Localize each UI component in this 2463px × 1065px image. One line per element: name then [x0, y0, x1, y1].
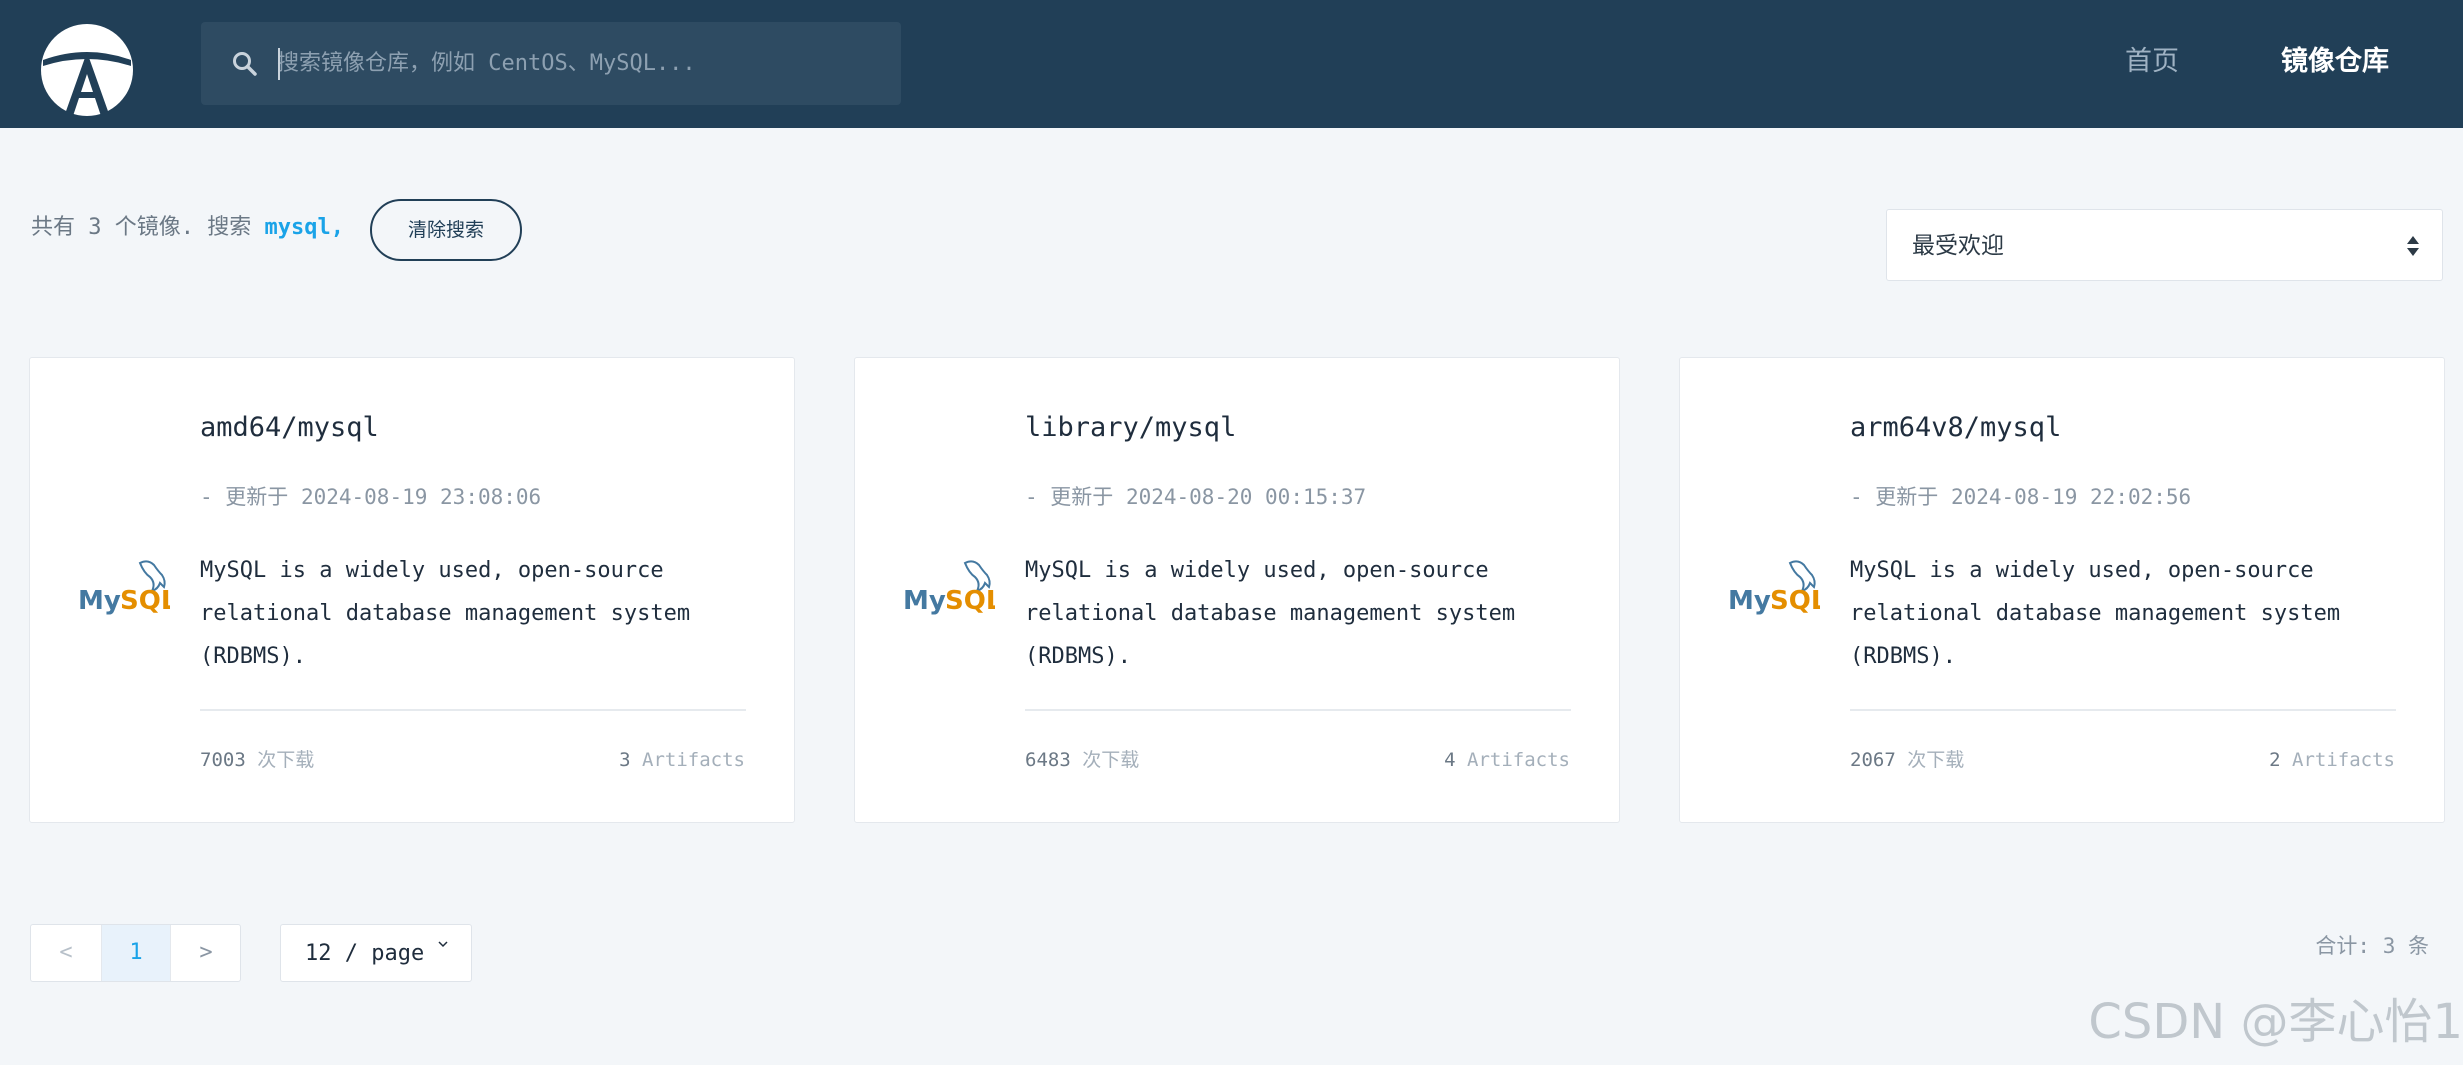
download-unit: 次下载 [257, 749, 315, 771]
card-divider [1850, 709, 2396, 711]
pagination: < 1 > [30, 924, 241, 982]
nav-home-link[interactable]: 首页 [2125, 44, 2179, 80]
download-unit: 次下载 [1082, 749, 1140, 771]
repository-card[interactable]: My SQL library/mysql - 更新于 2024-08-20 00… [854, 357, 1620, 823]
mysql-logo-icon: My SQL [78, 560, 170, 616]
prev-page-button[interactable]: < [31, 925, 101, 981]
chevron-down-icon [438, 941, 448, 948]
total-suffix: 条 [2408, 934, 2429, 958]
card-description: MySQL is a widely used, open-source rela… [1850, 558, 2341, 669]
updated-time: 2024-08-19 22:02:56 [1950, 485, 2192, 509]
card-artifacts: 3 Artifacts [619, 745, 745, 775]
search-summary: 共有 3 个镜像. 搜索 mysql, [31, 210, 344, 246]
card-artifacts: 4 Artifacts [1444, 745, 1570, 775]
card-title[interactable]: arm64v8/mysql [1850, 410, 2061, 446]
download-unit: 次下载 [1907, 749, 1965, 771]
search-icon [233, 52, 257, 76]
summary-prefix: 共有 [31, 215, 76, 240]
card-updated: - 更新于 2024-08-19 22:02:56 [1850, 482, 2191, 512]
updated-prefix: - 更新于 [1025, 485, 1114, 509]
search-keyword: mysql, [264, 215, 344, 240]
download-count: 6483 [1025, 749, 1071, 771]
updated-prefix: - 更新于 [200, 485, 289, 509]
updated-prefix: - 更新于 [1850, 485, 1939, 509]
card-updated: - 更新于 2024-08-20 00:15:37 [1025, 482, 1366, 512]
watermark: CSDN @李心怡1 [2088, 994, 2463, 1050]
sort-selected-label: 最受欢迎 [1912, 233, 2004, 259]
repository-card[interactable]: My SQL arm64v8/mysql - 更新于 2024-08-19 22… [1679, 357, 2445, 823]
svg-text:My: My [903, 586, 946, 616]
artifact-unit: Artifacts [2292, 749, 2395, 771]
card-title[interactable]: library/mysql [1025, 410, 1236, 446]
card-artifacts: 2 Artifacts [2269, 745, 2395, 775]
text-caret [278, 48, 280, 80]
card-updated: - 更新于 2024-08-19 23:08:06 [200, 482, 541, 512]
sort-select[interactable]: 最受欢迎 [1886, 209, 2443, 281]
app-logo-icon[interactable] [39, 22, 135, 118]
card-downloads: 6483 次下载 [1025, 745, 1139, 775]
artifact-unit: Artifacts [1467, 749, 1570, 771]
artifact-count: 2 [2269, 749, 2281, 771]
search-box[interactable] [201, 22, 901, 105]
svg-text:SQL: SQL [1770, 586, 1820, 616]
svg-text:My: My [1728, 586, 1771, 616]
card-description: MySQL is a widely used, open-source rela… [1025, 558, 1516, 669]
card-downloads: 7003 次下载 [200, 745, 314, 775]
total-prefix: 合计: [2315, 934, 2371, 958]
svg-text:SQL: SQL [945, 586, 995, 616]
artifact-count: 4 [1444, 749, 1456, 771]
download-count: 2067 [1850, 749, 1896, 771]
next-page-button[interactable]: > [171, 925, 241, 981]
download-count: 7003 [200, 749, 246, 771]
card-divider [200, 709, 746, 711]
clear-search-button[interactable]: 清除搜索 [370, 199, 522, 261]
updated-time: 2024-08-19 23:08:06 [300, 485, 542, 509]
repository-card[interactable]: My SQL amd64/mysql - 更新于 2024-08-19 23:0… [29, 357, 795, 823]
card-description: MySQL is a widely used, open-source rela… [200, 558, 691, 669]
search-input[interactable] [277, 22, 877, 105]
card-title[interactable]: amd64/mysql [200, 410, 379, 446]
card-downloads: 2067 次下载 [1850, 745, 1964, 775]
nav-repositories-link[interactable]: 镜像仓库 [2281, 44, 2389, 80]
top-header: 首页 镜像仓库 [0, 0, 2463, 128]
svg-text:SQL: SQL [120, 586, 170, 616]
page-size-select[interactable]: 12 / page [280, 924, 472, 982]
artifact-unit: Artifacts [642, 749, 745, 771]
card-divider [1025, 709, 1571, 711]
result-count: 3 [88, 215, 102, 240]
total-value: 3 [2382, 934, 2396, 958]
page-size-label: 12 / page [305, 941, 425, 966]
summary-middle: 个镜像. 搜索 [114, 215, 252, 240]
mysql-logo-icon: My SQL [903, 560, 995, 616]
mysql-logo-icon: My SQL [1728, 560, 1820, 616]
updated-time: 2024-08-20 00:15:37 [1125, 485, 1367, 509]
svg-text:My: My [78, 586, 121, 616]
sort-arrows-icon [2407, 236, 2419, 256]
artifact-count: 3 [619, 749, 631, 771]
total-count: 合计: 3 条 [2315, 928, 2429, 964]
page-number-button[interactable]: 1 [101, 925, 171, 981]
